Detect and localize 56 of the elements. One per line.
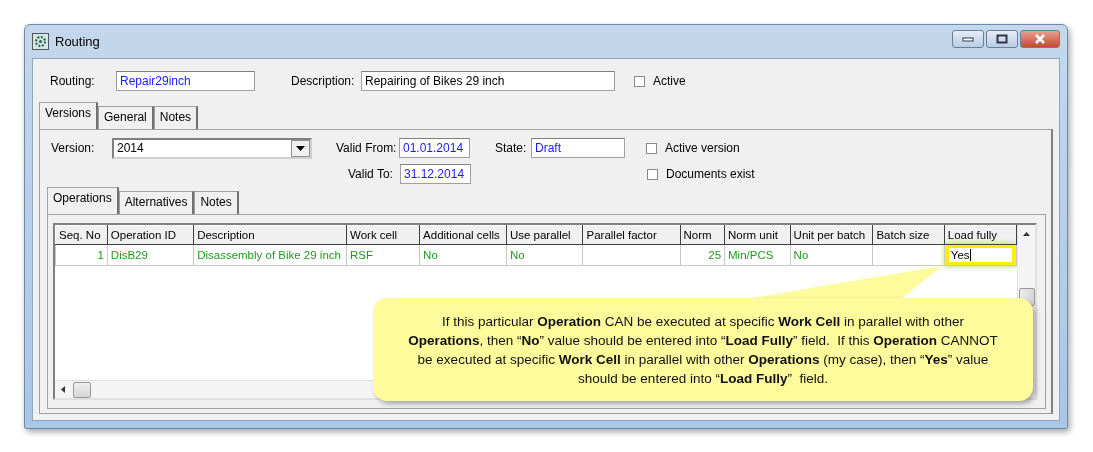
state-field[interactable]: Draft [531, 138, 625, 158]
scroll-thumb[interactable] [73, 381, 91, 398]
table-cell: RSF [346, 244, 420, 266]
column-header[interactable]: Description [193, 225, 347, 245]
table-cell: No [506, 244, 583, 266]
routing-label: Routing: [50, 74, 96, 88]
caret-icon [296, 145, 305, 151]
tab[interactable]: General [98, 106, 154, 129]
version-label: Version: [51, 141, 96, 155]
maximize-button[interactable] [986, 29, 1018, 48]
column-header[interactable]: Work cell [346, 225, 420, 245]
window-title: Routing [55, 34, 100, 49]
table-cell: 1 [55, 244, 108, 266]
left-arrow-icon [61, 386, 65, 393]
table-cell: DisB29 [107, 244, 194, 266]
column-header[interactable]: Use parallel [506, 225, 583, 245]
column-header[interactable]: Seq. No [55, 225, 108, 245]
tab[interactable]: Notes [153, 106, 199, 129]
table-cell: No [790, 244, 873, 266]
valid-from-label: Valid From: [336, 141, 398, 155]
table-cell: Min/PCS [724, 244, 791, 266]
description-field[interactable]: Repairing of Bikes 29 inch [361, 71, 615, 91]
table-cell: No [419, 244, 507, 266]
close-button[interactable] [1020, 29, 1060, 48]
column-header[interactable]: Batch size [872, 225, 945, 245]
routing-field[interactable]: Repair29inch [116, 71, 255, 91]
checkbox-label: Documents exist [666, 167, 755, 181]
valid-from-field[interactable]: 01.01.2014 [399, 138, 470, 158]
minimize-icon [962, 35, 974, 42]
state-label: State: [495, 141, 528, 155]
checkbox-label: Active [653, 74, 686, 88]
maximize-icon [996, 33, 1008, 44]
documents-exist-checkbox[interactable] [647, 168, 658, 180]
active-checkbox[interactable] [634, 75, 645, 87]
version-dropdown[interactable]: 2014 [112, 137, 312, 159]
table-cell: 25 [680, 244, 725, 266]
column-header[interactable]: Norm unit [724, 225, 791, 245]
column-header[interactable]: Additional cells [419, 225, 507, 245]
column-header[interactable]: Operation ID [107, 225, 194, 245]
column-header[interactable]: Parallel factor [583, 225, 680, 245]
tab[interactable]: Alternatives [118, 191, 195, 214]
description-label: Description: [291, 74, 356, 88]
valid-to-field[interactable]: 31.12.2014 [400, 164, 471, 184]
load-fully-field[interactable]: Yes [945, 245, 1016, 265]
column-header[interactable]: Norm [680, 225, 725, 245]
active-version-checkbox[interactable] [646, 142, 657, 154]
column-header[interactable]: Load fully [944, 225, 1017, 245]
up-arrow-icon [1023, 232, 1031, 236]
gear-icon [32, 33, 49, 50]
column-header[interactable]: Unit per batch [790, 225, 873, 245]
callout-text: If this particular Operation CAN be executed at specific Work Cell in parallel with other Operations, then “No” value should be entered into “Load Fully” field. If this Operation CANNOT be executed at specific Work Cell in parallel with other Operations (my case), then “Yes” value should be entered into “Load Fully” field. [407, 312, 999, 388]
close-icon [1034, 33, 1046, 44]
table-cell: Disassembly of Bike 29 inch [193, 244, 347, 266]
valid-to-label: Valid To: [348, 167, 394, 181]
tab[interactable]: Notes [194, 191, 239, 214]
checkbox-label: Active version [665, 141, 740, 155]
